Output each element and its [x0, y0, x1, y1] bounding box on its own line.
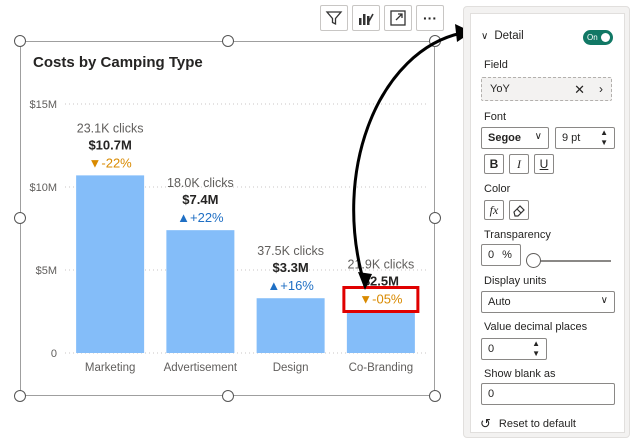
field-value: YoY [490, 83, 510, 95]
chevron-right-icon[interactable]: › [599, 82, 603, 96]
resize-handle-bottom[interactable] [222, 390, 234, 402]
clear-color-button[interactable] [509, 200, 529, 220]
amount-label: $3.3M [273, 260, 309, 275]
display-units-label: Display units [484, 275, 547, 287]
bold-icon: B [489, 157, 499, 171]
y-tick-label: $10M [29, 182, 57, 194]
resize-handle-top[interactable] [222, 35, 234, 47]
focus-mode-icon [390, 10, 406, 26]
stepper-icon[interactable]: ▲ ▼ [600, 128, 608, 148]
format-pane: ∨ Detail On Field YoY ✕ › Font Segoe ∨ 9… [463, 6, 630, 438]
transparency-input[interactable]: 0 % [481, 244, 521, 266]
x-tick-label: Design [273, 362, 309, 374]
italic-icon: I [517, 156, 521, 171]
clicks-label: 23.1K clicks [77, 121, 144, 135]
transparency-value: 0 [488, 249, 495, 261]
font-size-stepper[interactable]: 9 pt ▲ ▼ [555, 127, 615, 149]
decimal-places-stepper[interactable]: 0 ▲ ▼ [481, 338, 547, 360]
y-tick-label: $5M [36, 265, 57, 277]
underline-button[interactable]: U [534, 154, 554, 174]
amount-label: $10.7M [88, 137, 131, 152]
bar[interactable] [346, 311, 415, 354]
chevron-down-icon: ∨ [481, 30, 489, 42]
y-tick-label: $15M [29, 99, 57, 111]
amount-label: $7.4M [182, 192, 218, 207]
resize-handle-bottom-left[interactable] [14, 390, 26, 402]
font-label: Font [484, 111, 507, 123]
toggle-label: On [587, 33, 598, 42]
detail-card: ∨ Detail On Field YoY ✕ › Font Segoe ∨ 9… [470, 13, 625, 433]
bar-chart: 0 $5M $10M $15M Marketing 23.1K clicks $10.7M ▼… [29, 99, 426, 374]
reset-icon: ↺ [480, 416, 491, 431]
transparency-slider-track[interactable] [529, 260, 611, 262]
toggle-knob [601, 33, 610, 42]
font-size-value: 9 pt [562, 132, 581, 144]
focus-mode-button[interactable] [384, 5, 412, 31]
italic-button[interactable]: I [509, 154, 529, 174]
yoy-label: ▼-05% [359, 292, 403, 307]
transparency-slider-thumb[interactable] [526, 253, 541, 268]
bold-button[interactable]: B [484, 154, 504, 174]
reset-to-default-button[interactable]: ↺ Reset to default [480, 416, 576, 432]
more-options-button[interactable]: ··· [416, 5, 444, 31]
decimal-places-value: 0 [488, 343, 495, 355]
chevron-down-icon: ∨ [534, 131, 542, 142]
yoy-label: ▼-22% [89, 155, 133, 170]
field-label: Field [484, 59, 508, 71]
x-tick-label: Advertisement [164, 362, 238, 374]
stepper-icon[interactable]: ▲ ▼ [532, 339, 540, 359]
chart-visual[interactable]: Costs by Camping Type 0 $5M $10M $15M Market… [20, 41, 435, 396]
display-units-select[interactable]: Auto ∨ [481, 291, 615, 313]
transparency-label: Transparency [484, 229, 551, 241]
decimal-places-label: Value decimal places [484, 321, 588, 333]
filter-button[interactable] [320, 5, 348, 31]
x-tick-label: Co-Branding [349, 362, 414, 374]
chevron-down-icon: ∨ [600, 295, 608, 306]
visual-header-toolbar: ··· [320, 5, 444, 31]
percent-sign: % [502, 249, 512, 261]
bar[interactable] [166, 230, 235, 353]
font-family-select[interactable]: Segoe ∨ [481, 127, 549, 149]
format-icon [359, 13, 374, 25]
color-label: Color [484, 183, 511, 195]
reset-label: Reset to default [498, 418, 576, 430]
underline-icon: U [539, 157, 549, 171]
show-blank-label: Show blank as [484, 368, 556, 380]
clicks-label: 21.9K clicks [348, 258, 415, 272]
format-visual-button[interactable] [352, 5, 380, 31]
detail-toggle[interactable]: On [583, 30, 613, 45]
resize-handle-right[interactable] [429, 212, 441, 224]
font-family-value: Segoe [488, 132, 522, 144]
bar[interactable] [76, 175, 145, 353]
show-blank-input[interactable]: 0 [481, 383, 615, 405]
show-blank-value: 0 [488, 388, 495, 400]
yoy-label: ▲+16% [267, 278, 314, 293]
detail-card-header[interactable]: ∨ Detail [481, 30, 524, 42]
close-icon[interactable]: ✕ [574, 82, 585, 98]
detail-card-title: Detail [494, 30, 524, 42]
y-tick-label: 0 [51, 348, 57, 360]
resize-handle-bottom-right[interactable] [429, 390, 441, 402]
resize-handle-top-left[interactable] [14, 35, 26, 47]
clicks-label: 18.0K clicks [167, 176, 234, 190]
eraser-icon [513, 205, 525, 217]
fx-icon: fx [489, 202, 499, 217]
clicks-label: 37.5K clicks [257, 244, 324, 258]
bar[interactable] [256, 298, 325, 353]
field-well[interactable]: YoY ✕ › [481, 77, 612, 101]
display-units-value: Auto [488, 296, 511, 308]
resize-handle-top-right[interactable] [429, 35, 441, 47]
conditional-formatting-button[interactable]: fx [484, 200, 504, 220]
yoy-label: ▲+22% [177, 210, 224, 225]
more-options-icon: ··· [423, 10, 437, 26]
filter-icon [325, 11, 343, 26]
x-tick-label: Marketing [85, 362, 136, 374]
resize-handle-left[interactable] [14, 212, 26, 224]
